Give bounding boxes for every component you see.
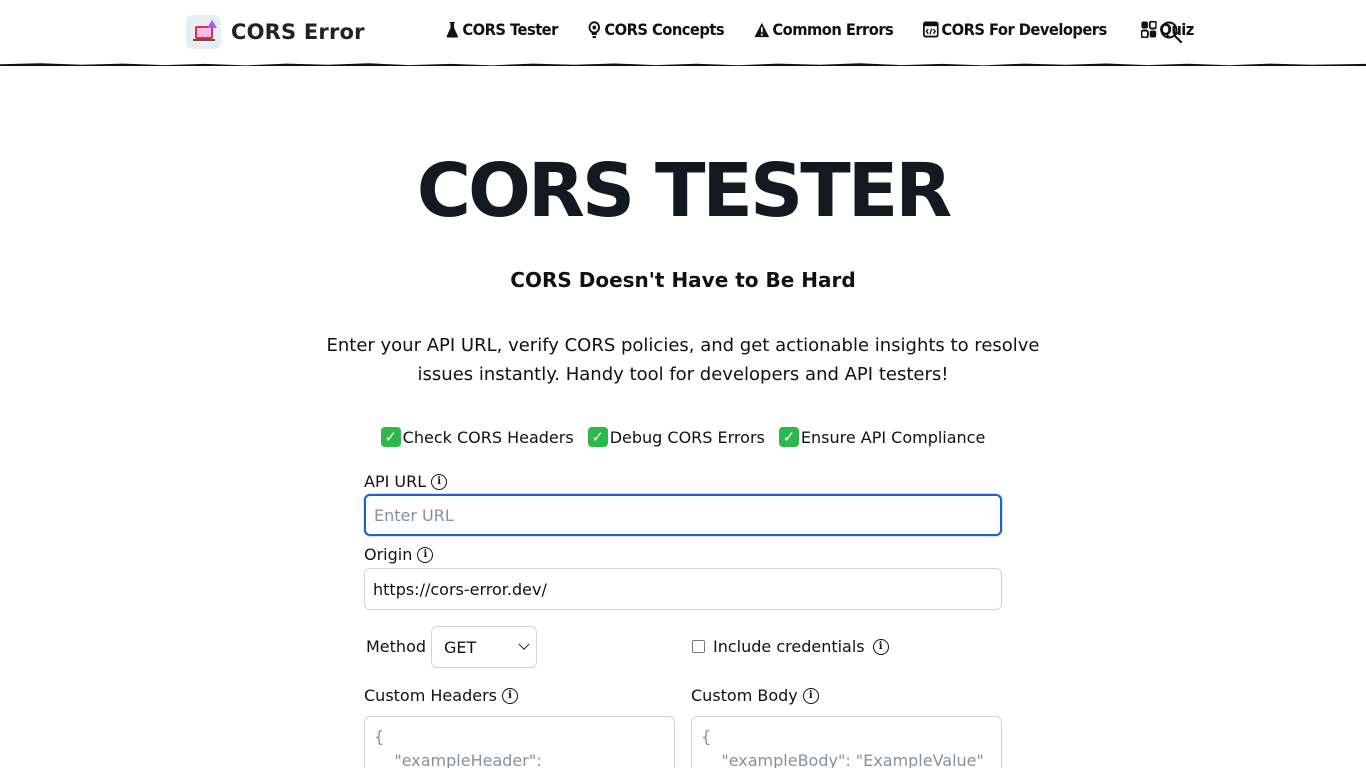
custom-headers-label: Custom Headers bbox=[364, 686, 497, 705]
nav-item-cors-concepts[interactable]: CORS Concepts bbox=[586, 20, 724, 39]
nav-item-common-errors[interactable]: Common Errors bbox=[754, 20, 894, 39]
feature-label: Check CORS Headers bbox=[402, 427, 574, 447]
origin-label-row: Origin i bbox=[364, 545, 434, 564]
feature-item: ✓ Check CORS Headers bbox=[380, 427, 574, 447]
info-icon[interactable]: i bbox=[872, 638, 889, 655]
include-credentials-checkbox[interactable] bbox=[692, 640, 705, 653]
check-mark-icon: ✓ bbox=[380, 427, 401, 447]
feature-label: Ensure API Compliance bbox=[800, 427, 986, 447]
grid-apps-icon bbox=[1140, 21, 1157, 39]
api-url-label-row: API URL i bbox=[364, 472, 448, 491]
warning-icon bbox=[754, 21, 770, 39]
method-selected-value: GET bbox=[444, 637, 477, 657]
custom-body-label-row: Custom Body i bbox=[691, 686, 819, 705]
nav-item-cors-for-developers[interactable]: CORS For Developers bbox=[923, 20, 1107, 39]
lightbulb-icon bbox=[586, 20, 602, 39]
origin-input[interactable] bbox=[364, 568, 1002, 610]
main-nav: CORS Tester CORS Concepts Common Errors … bbox=[444, 20, 1216, 39]
site-logo[interactable]: CORS Error bbox=[186, 15, 365, 49]
method-select[interactable]: GET bbox=[431, 626, 537, 668]
nav-label: Common Errors bbox=[772, 20, 894, 39]
include-credentials-label: Include credentials bbox=[713, 637, 865, 656]
method-label: Method bbox=[366, 637, 426, 656]
info-icon[interactable]: i bbox=[417, 546, 434, 563]
laptop-warning-icon bbox=[186, 15, 221, 49]
flask-icon bbox=[444, 21, 460, 39]
origin-label: Origin bbox=[364, 545, 413, 564]
info-icon[interactable]: i bbox=[501, 687, 518, 704]
feature-item: ✓ Debug CORS Errors bbox=[587, 427, 765, 447]
custom-headers-label-row: Custom Headers i bbox=[364, 686, 518, 705]
feature-item: ✓ Ensure API Compliance bbox=[778, 427, 986, 447]
site-header: CORS Error CORS Tester CORS Concepts Com… bbox=[0, 0, 1366, 66]
page-subtitle: CORS Doesn't Have to Be Hard bbox=[510, 268, 856, 292]
feature-label: Debug CORS Errors bbox=[609, 427, 765, 447]
custom-body-label: Custom Body bbox=[691, 686, 798, 705]
code-window-icon bbox=[923, 21, 939, 39]
info-icon[interactable]: i bbox=[431, 473, 448, 490]
feature-list: ✓ Check CORS Headers ✓ Debug CORS Errors… bbox=[0, 427, 1366, 447]
check-mark-icon: ✓ bbox=[587, 427, 608, 447]
nav-label: CORS Concepts bbox=[604, 20, 724, 39]
check-mark-icon: ✓ bbox=[778, 427, 799, 447]
nav-label: CORS For Developers bbox=[941, 20, 1108, 39]
custom-body-textarea[interactable]: { "exampleBody": "ExampleValue" bbox=[691, 716, 1002, 768]
page-description: Enter your API URL, verify CORS policies… bbox=[326, 335, 1040, 385]
custom-headers-textarea[interactable]: { "exampleHeader": bbox=[364, 716, 675, 768]
nav-item-cors-tester[interactable]: CORS Tester bbox=[444, 20, 558, 39]
method-label-text: Method bbox=[366, 637, 427, 656]
nav-label: CORS Tester bbox=[462, 20, 558, 39]
logo-text: CORS Error bbox=[231, 20, 365, 44]
info-icon[interactable]: i bbox=[802, 687, 819, 704]
header-divider bbox=[0, 63, 1366, 66]
api-url-input[interactable] bbox=[364, 494, 1002, 536]
include-credentials-row: Include credentials i bbox=[692, 637, 889, 656]
search-icon[interactable] bbox=[1159, 20, 1183, 44]
chevron-down-icon bbox=[518, 638, 530, 650]
api-url-label: API URL bbox=[364, 472, 427, 491]
page-title: CORS TESTER bbox=[416, 148, 953, 234]
